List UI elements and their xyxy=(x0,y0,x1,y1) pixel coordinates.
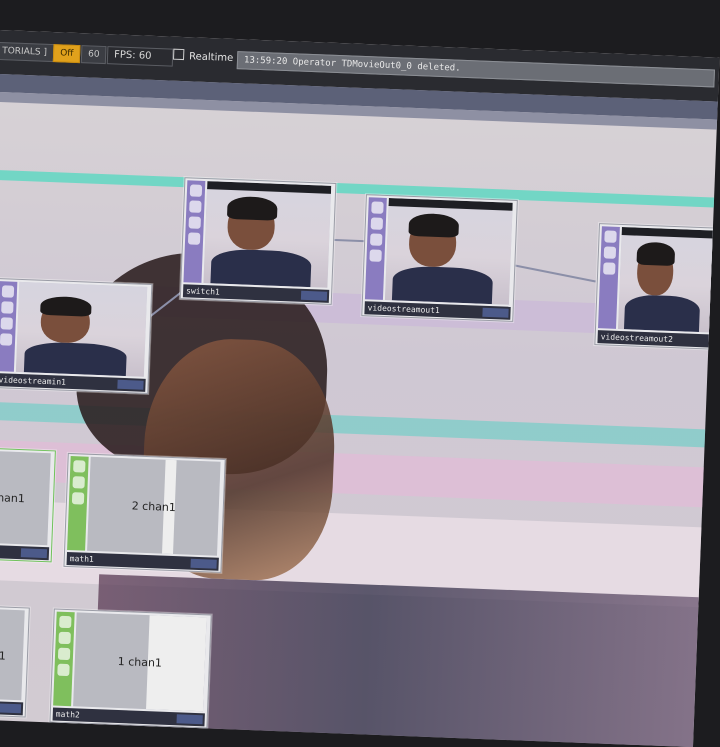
lock-icon[interactable] xyxy=(57,647,71,661)
operator-math1[interactable]: 2 chan1 math1 xyxy=(63,452,226,573)
realtime-label: Realtime xyxy=(188,51,234,64)
operator-flag-strip xyxy=(597,226,620,329)
lock-icon[interactable] xyxy=(188,216,201,229)
wire xyxy=(511,263,596,283)
tutorials-button[interactable]: TORIALS ] xyxy=(0,41,55,63)
operator-flags xyxy=(482,307,509,318)
monitor-screen: TORIALS ] Off 60 FPS: 60 Realtime 13:59:… xyxy=(0,30,720,747)
operator-flags xyxy=(117,379,144,390)
operator-viewer: chan1 xyxy=(0,450,51,546)
bypass-icon[interactable] xyxy=(370,217,384,230)
realtime-checkbox-icon[interactable] xyxy=(172,48,185,61)
off-toggle[interactable]: Off xyxy=(52,44,81,64)
bypass-icon[interactable] xyxy=(1,301,14,314)
fps-label: FPS: xyxy=(113,49,136,62)
operator-videostreamout2[interactable]: videostreamout2 xyxy=(594,223,720,350)
operator-chop-left-bottom[interactable]: han1 xyxy=(0,604,30,718)
viewer-icon[interactable] xyxy=(189,184,203,197)
operator-switch1[interactable]: switch1 xyxy=(179,177,337,305)
fps-readout: FPS: 60 xyxy=(106,46,174,67)
cook-icon[interactable] xyxy=(187,232,201,245)
operator-chop-left-top[interactable]: chan1 xyxy=(0,446,56,563)
operator-flag-strip xyxy=(183,180,206,283)
lock-icon[interactable] xyxy=(71,492,85,505)
lock-icon[interactable] xyxy=(603,262,616,275)
operator-videostreamin1[interactable]: videostreamin1 xyxy=(0,278,153,394)
channel-view: han1 xyxy=(0,607,25,701)
glitch-band xyxy=(0,169,720,210)
operator-viewer: 2 chan1 xyxy=(87,456,221,556)
operator-flags xyxy=(20,548,48,559)
video-frame xyxy=(384,198,513,305)
video-frame xyxy=(203,181,332,288)
status-message: 13:59:20 Operator TDMovieOut0_0 deleted. xyxy=(236,51,716,88)
channel-label: chan1 xyxy=(0,491,26,506)
operator-math2[interactable]: 1 chan1 math2 xyxy=(49,608,212,729)
operator-flag-strip xyxy=(67,456,89,551)
video-frame xyxy=(617,227,716,333)
operator-viewer: 1 chan1 xyxy=(73,612,207,712)
viewer-icon[interactable] xyxy=(604,230,617,243)
bypass-icon[interactable] xyxy=(72,476,85,489)
fps-value: 60 xyxy=(138,50,152,62)
operator-viewer xyxy=(384,198,513,305)
operator-name[interactable] xyxy=(0,543,50,561)
operator-viewer xyxy=(617,227,716,333)
operator-flags xyxy=(300,290,328,301)
operator-flag-strip xyxy=(0,281,18,372)
bypass-icon[interactable] xyxy=(189,200,202,213)
viewer-icon[interactable] xyxy=(59,615,72,629)
lock-icon[interactable] xyxy=(0,317,13,330)
operator-flag-strip xyxy=(53,611,75,707)
channel-label: 2 chan1 xyxy=(131,499,177,515)
operator-viewer xyxy=(15,281,148,377)
lock-icon[interactable] xyxy=(370,233,383,246)
channel-view: chan1 xyxy=(0,450,51,546)
realtime-toggle[interactable]: Realtime xyxy=(172,48,234,67)
cook-icon[interactable] xyxy=(369,249,382,262)
channel-view: 1 chan1 xyxy=(73,612,207,712)
viewer-icon[interactable] xyxy=(1,285,15,298)
fps-cap-field[interactable]: 60 xyxy=(80,45,107,65)
video-frame xyxy=(15,281,148,377)
viewer-icon[interactable] xyxy=(371,201,384,214)
channel-label: han1 xyxy=(0,648,7,663)
cook-icon[interactable] xyxy=(57,663,70,677)
operator-flags xyxy=(190,558,217,569)
operator-flags xyxy=(176,714,203,725)
operator-flags xyxy=(0,703,22,714)
operator-flag-strip xyxy=(364,197,387,300)
operator-viewer: han1 xyxy=(0,607,25,701)
bypass-icon[interactable] xyxy=(603,246,617,259)
bypass-icon[interactable] xyxy=(58,631,71,645)
operator-videostreamout1[interactable]: videostreamout1 xyxy=(361,194,518,322)
viewer-icon[interactable] xyxy=(73,460,86,473)
operator-name[interactable] xyxy=(0,699,24,716)
operator-name[interactable]: videostreamout2 xyxy=(597,330,714,348)
operator-viewer xyxy=(203,181,332,288)
cook-icon[interactable] xyxy=(0,333,13,346)
wire xyxy=(332,238,367,243)
channel-view: 2 chan1 xyxy=(87,456,221,556)
